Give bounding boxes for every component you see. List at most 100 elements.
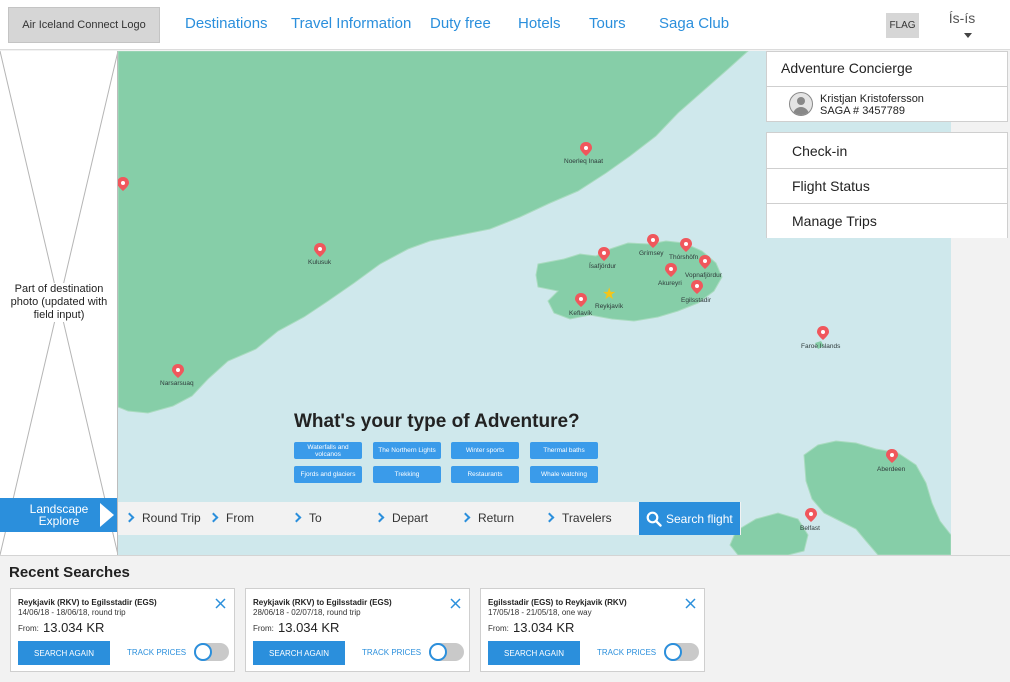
- card-dates: 28/06/18 - 02/07/18, round trip: [253, 608, 361, 617]
- star-icon[interactable]: ★: [602, 287, 616, 303]
- place-label: Thórshöfn: [669, 254, 699, 261]
- landscape-explore-button[interactable]: Landscape Explore: [0, 498, 117, 532]
- map-pin-icon[interactable]: [690, 280, 704, 294]
- close-icon[interactable]: [449, 597, 462, 610]
- nav-tours[interactable]: Tours: [589, 15, 626, 32]
- place-label: Ísafjördur: [589, 263, 617, 270]
- card-price: 13.034 KR: [513, 620, 575, 635]
- chevron-right-icon: [374, 512, 385, 523]
- map-pin-icon[interactable]: [804, 508, 818, 522]
- search-again-button[interactable]: SEARCH AGAIN: [488, 641, 580, 665]
- place-label: Noerleq Inaat: [564, 158, 604, 165]
- user-name: Kristjan Kristofersson: [820, 93, 924, 105]
- tag-fjords-glaciers[interactable]: Fjords and glaciers: [294, 466, 362, 483]
- card-dates: 14/06/18 - 18/06/18, round trip: [18, 608, 126, 617]
- round-trip-field[interactable]: Round Trip: [124, 511, 201, 525]
- card-price: 13.034 KR: [278, 620, 340, 635]
- adventure-map[interactable]: ★ Noerleq Inaat Kulusuk Narsarsuaq Ísafj…: [118, 51, 951, 555]
- travelers-label: Travelers: [562, 511, 612, 525]
- tag-restaurants[interactable]: Restaurants: [451, 466, 519, 483]
- search-flight-button[interactable]: Search flight: [639, 502, 740, 535]
- quick-links-menu: Check-in Flight Status Manage Trips: [766, 132, 1008, 238]
- place-label: Narsarsuaq: [160, 380, 194, 387]
- depart-field[interactable]: Depart: [374, 511, 429, 525]
- map-pin-icon[interactable]: [313, 243, 327, 257]
- place-label: Keflavík: [569, 310, 593, 317]
- track-prices-label[interactable]: TRACK PRICES: [127, 648, 186, 657]
- from-field[interactable]: From: [208, 511, 254, 525]
- depart-label: Depart: [392, 511, 429, 525]
- to-field[interactable]: To: [291, 511, 322, 525]
- tag-trekking[interactable]: Trekking: [373, 466, 441, 483]
- map-pin-icon[interactable]: [646, 234, 660, 248]
- map-pin-icon[interactable]: [679, 238, 693, 252]
- recent-searches-title: Recent Searches: [9, 564, 130, 581]
- logo-placeholder[interactable]: Air Iceland Connect Logo: [8, 7, 160, 43]
- card-route: Egilsstadir (EGS) to Reykjavik (RKV): [488, 598, 627, 607]
- map-pin-icon[interactable]: [816, 326, 830, 340]
- tag-whale-watching[interactable]: Whale watching: [530, 466, 598, 483]
- card-from-label: From:: [488, 624, 509, 633]
- menu-manage-trips[interactable]: Manage Trips: [767, 203, 1007, 238]
- track-prices-label[interactable]: TRACK PRICES: [597, 648, 656, 657]
- search-again-button[interactable]: SEARCH AGAIN: [253, 641, 345, 665]
- concierge-title: Adventure Concierge: [781, 60, 913, 76]
- track-prices-toggle[interactable]: [664, 643, 699, 661]
- card-from-label: From:: [253, 624, 274, 633]
- saga-number: SAGA # 3457789: [820, 105, 906, 117]
- travelers-field[interactable]: Travelers: [544, 511, 612, 525]
- tag-thermal-baths[interactable]: Thermal baths: [530, 442, 598, 459]
- map-pin-icon[interactable]: [597, 247, 611, 261]
- nav-travel-information[interactable]: Travel Information: [291, 15, 411, 32]
- map-pin-icon[interactable]: [171, 364, 185, 378]
- tag-waterfalls-volcanos[interactable]: Waterfalls and volcanos: [294, 442, 362, 459]
- language-selector[interactable]: Ís-ís: [942, 10, 982, 26]
- chevron-down-icon[interactable]: [964, 33, 972, 38]
- track-prices-toggle[interactable]: [194, 643, 229, 661]
- nav-destinations[interactable]: Destinations: [185, 15, 268, 32]
- nav-saga-club[interactable]: Saga Club: [659, 15, 729, 32]
- close-icon[interactable]: [684, 597, 697, 610]
- recent-search-card: Egilsstadir (EGS) to Reykjavik (RKV) 17/…: [480, 588, 705, 672]
- landscape-explore-label: Landscape Explore: [29, 502, 89, 528]
- place-label: Grímsey: [639, 250, 664, 257]
- recent-search-card: Reykjavik (RKV) to Egilsstadir (EGS) 28/…: [245, 588, 470, 672]
- card-route: Reykjavik (RKV) to Egilsstadir (EGS): [253, 598, 392, 607]
- user-profile[interactable]: Kristjan Kristofersson SAGA # 3457789: [767, 86, 1007, 121]
- chevron-right-icon: [208, 512, 219, 523]
- search-icon: [646, 511, 662, 527]
- recent-search-card: Reykjavik (RKV) to Egilsstadir (EGS) 14/…: [10, 588, 235, 672]
- track-prices-label[interactable]: TRACK PRICES: [362, 648, 421, 657]
- map-pin-icon[interactable]: [118, 177, 130, 191]
- map-pin-icon[interactable]: [574, 293, 588, 307]
- map-pin-icon[interactable]: [885, 449, 899, 463]
- tag-northern-lights[interactable]: The Northern Lights: [373, 442, 441, 459]
- return-label: Return: [478, 511, 515, 525]
- map-pin-icon[interactable]: [664, 263, 678, 277]
- place-label: Aberdeen: [877, 466, 906, 473]
- map-pin-icon[interactable]: [698, 255, 712, 269]
- flag-placeholder[interactable]: FLAG: [886, 13, 919, 38]
- top-navigation-bar: Air Iceland Connect Logo Destinations Tr…: [0, 0, 1010, 50]
- map-pin-icon[interactable]: [579, 142, 593, 156]
- return-field[interactable]: Return: [460, 511, 515, 525]
- place-label: Belfast: [800, 525, 820, 532]
- close-icon[interactable]: [214, 597, 227, 610]
- card-route: Reykjavik (RKV) to Egilsstadir (EGS): [18, 598, 157, 607]
- search-again-button[interactable]: SEARCH AGAIN: [18, 641, 110, 665]
- chevron-right-icon: [124, 512, 135, 523]
- avatar-icon: [789, 92, 813, 116]
- place-label: Reykjavík: [595, 303, 624, 310]
- nav-hotels[interactable]: Hotels: [518, 15, 561, 32]
- place-label: Faroe Islands: [801, 343, 841, 350]
- placeholder-caption: Part of destination photo (updated with …: [6, 283, 112, 322]
- menu-flight-status[interactable]: Flight Status: [767, 168, 1007, 203]
- menu-check-in[interactable]: Check-in: [767, 133, 1007, 168]
- chevron-right-icon: [544, 512, 555, 523]
- place-label: Akureyri: [658, 280, 682, 287]
- tag-winter-sports[interactable]: Winter sports: [451, 442, 519, 459]
- nav-duty-free[interactable]: Duty free: [430, 15, 491, 32]
- card-dates: 17/05/18 - 21/05/18, one way: [488, 608, 592, 617]
- adventure-concierge-panel: Adventure Concierge Kristjan Kristoferss…: [766, 51, 1008, 122]
- track-prices-toggle[interactable]: [429, 643, 464, 661]
